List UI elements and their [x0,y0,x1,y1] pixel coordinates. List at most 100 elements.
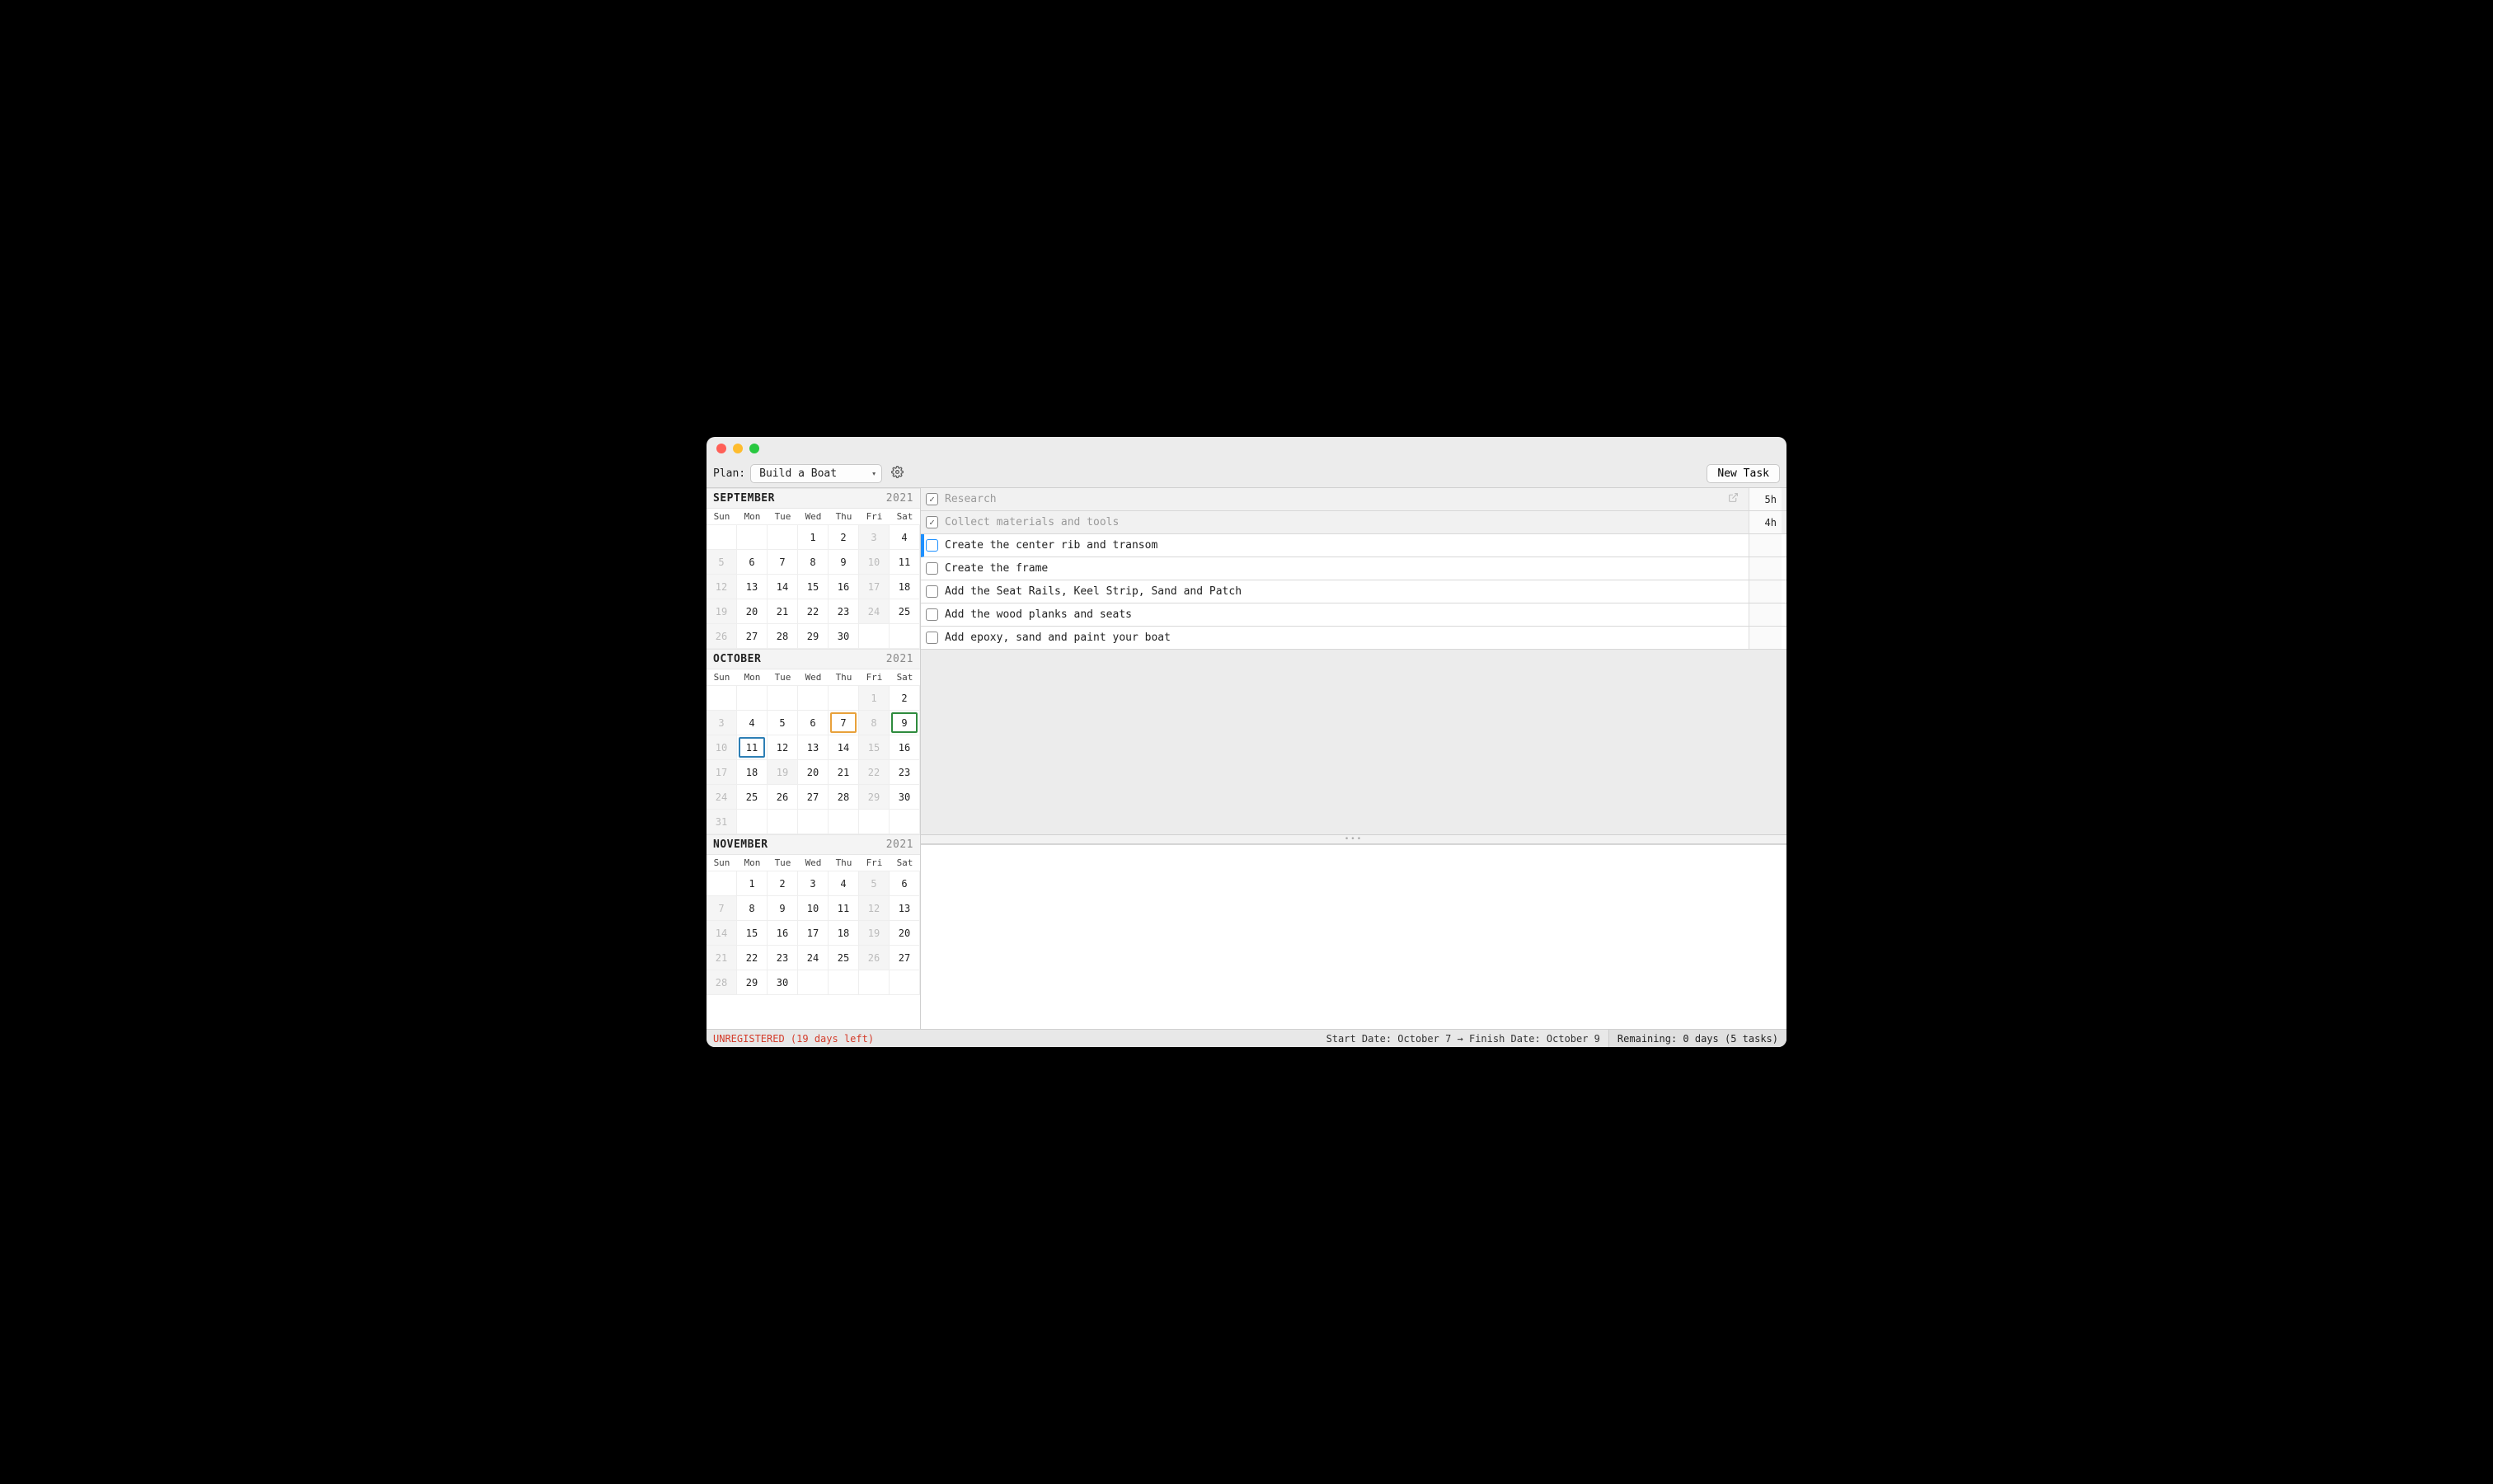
task-checkbox[interactable]: ✓ [926,493,938,505]
calendar-day-cell[interactable]: 19 [859,921,890,946]
external-link-icon[interactable] [1728,492,1739,506]
calendar-day-cell[interactable]: 20 [737,599,768,624]
calendar-day-cell[interactable]: 17 [798,921,829,946]
calendar-day-cell[interactable]: 29 [737,970,768,995]
calendar-day-cell[interactable]: 11 [890,550,920,575]
pane-resize-handle[interactable]: ••• [921,834,1786,844]
calendar-day-cell[interactable]: 19 [707,599,737,624]
new-task-button[interactable]: New Task [1707,464,1780,483]
calendar-day-cell[interactable]: 2 [890,686,920,711]
calendar-day-cell[interactable]: 30 [768,970,798,995]
calendar-day-cell[interactable]: 23 [829,599,859,624]
calendar-day-cell[interactable]: 3 [798,871,829,896]
window-close-button[interactable] [716,444,726,453]
calendar-day-cell[interactable]: 21 [768,599,798,624]
calendar-day-cell[interactable]: 31 [707,810,737,834]
calendar-day-cell[interactable]: 17 [707,760,737,785]
calendar-day-cell[interactable]: 12 [859,896,890,921]
calendar-day-cell[interactable]: 22 [737,946,768,970]
calendar-day-cell[interactable]: 13 [890,896,920,921]
window-zoom-button[interactable] [749,444,759,453]
calendar-day-cell[interactable]: 13 [737,575,768,599]
calendar-day-cell[interactable]: 12 [707,575,737,599]
calendar-day-cell[interactable]: 24 [707,785,737,810]
task-checkbox[interactable]: ✓ [926,516,938,528]
calendar-day-cell[interactable]: 16 [890,735,920,760]
calendar-day-cell[interactable]: 22 [859,760,890,785]
calendar-day-cell[interactable]: 1 [737,871,768,896]
task-duration[interactable] [1749,580,1782,603]
task-row[interactable]: Create the frame [921,557,1786,580]
calendar-day-cell[interactable]: 11 [829,896,859,921]
task-checkbox[interactable] [926,539,938,552]
task-row[interactable]: Create the center rib and transom [921,534,1786,557]
notes-pane[interactable] [921,844,1786,1030]
task-row[interactable]: ✓Research5h [921,488,1786,511]
calendar-day-cell[interactable]: 26 [707,624,737,649]
calendar-day-cell[interactable]: 9 [890,711,920,735]
calendar-day-cell[interactable]: 7 [768,550,798,575]
calendar-day-cell[interactable]: 8 [737,896,768,921]
plan-select[interactable]: Build a Boat ▾ [750,464,882,483]
task-row[interactable]: Add epoxy, sand and paint your boat [921,627,1786,650]
calendar-day-cell[interactable]: 23 [890,760,920,785]
calendar-day-cell[interactable]: 5 [768,711,798,735]
task-duration[interactable] [1749,534,1782,556]
task-checkbox[interactable] [926,585,938,598]
task-checkbox[interactable] [926,632,938,644]
calendar-day-cell[interactable]: 6 [890,871,920,896]
task-row[interactable]: ✓Collect materials and tools4h [921,511,1786,534]
task-duration[interactable] [1749,603,1782,626]
calendar-day-cell[interactable]: 17 [859,575,890,599]
calendar-day-cell[interactable]: 27 [737,624,768,649]
calendar-day-cell[interactable]: 28 [829,785,859,810]
calendar-day-cell[interactable]: 30 [829,624,859,649]
settings-button[interactable] [887,464,907,484]
calendar-day-cell[interactable]: 1 [798,525,829,550]
calendar-day-cell[interactable]: 10 [798,896,829,921]
calendar-day-cell[interactable]: 29 [798,624,829,649]
calendar-day-cell[interactable]: 2 [829,525,859,550]
task-checkbox[interactable] [926,562,938,575]
calendar-day-cell[interactable]: 14 [829,735,859,760]
calendar-day-cell[interactable]: 20 [798,760,829,785]
calendar-day-cell[interactable]: 25 [890,599,920,624]
calendar-day-cell[interactable]: 4 [829,871,859,896]
task-duration[interactable]: 5h [1749,488,1782,510]
calendar-day-cell[interactable]: 6 [737,550,768,575]
calendar-day-cell[interactable]: 21 [829,760,859,785]
task-checkbox[interactable] [926,608,938,621]
calendar-day-cell[interactable]: 15 [737,921,768,946]
calendar-day-cell[interactable]: 1 [859,686,890,711]
calendar-day-cell[interactable]: 12 [768,735,798,760]
calendar-day-cell[interactable]: 15 [798,575,829,599]
calendar-day-cell[interactable]: 10 [859,550,890,575]
calendar-day-cell[interactable]: 9 [829,550,859,575]
calendar-day-cell[interactable]: 23 [768,946,798,970]
calendar-day-cell[interactable]: 3 [859,525,890,550]
calendar-day-cell[interactable]: 8 [798,550,829,575]
calendar-day-cell[interactable]: 10 [707,735,737,760]
calendar-day-cell[interactable]: 18 [737,760,768,785]
calendar-day-cell[interactable]: 8 [859,711,890,735]
calendar-day-cell[interactable]: 26 [768,785,798,810]
calendar-day-cell[interactable]: 6 [798,711,829,735]
calendar-day-cell[interactable]: 11 [737,735,768,760]
calendar-day-cell[interactable]: 13 [798,735,829,760]
calendar-day-cell[interactable]: 7 [707,896,737,921]
calendar-day-cell[interactable]: 19 [768,760,798,785]
calendar-day-cell[interactable]: 2 [768,871,798,896]
calendar-day-cell[interactable]: 3 [707,711,737,735]
calendar-day-cell[interactable]: 5 [707,550,737,575]
calendar-day-cell[interactable]: 21 [707,946,737,970]
task-duration[interactable]: 4h [1749,511,1782,533]
calendar-day-cell[interactable]: 9 [768,896,798,921]
calendar-day-cell[interactable]: 18 [829,921,859,946]
calendar-day-cell[interactable]: 24 [859,599,890,624]
task-duration[interactable] [1749,627,1782,649]
task-row[interactable]: Add the wood planks and seats [921,603,1786,627]
calendar-day-cell[interactable]: 7 [829,711,859,735]
calendar-day-cell[interactable]: 18 [890,575,920,599]
calendar-day-cell[interactable]: 24 [798,946,829,970]
calendar-day-cell[interactable]: 25 [737,785,768,810]
